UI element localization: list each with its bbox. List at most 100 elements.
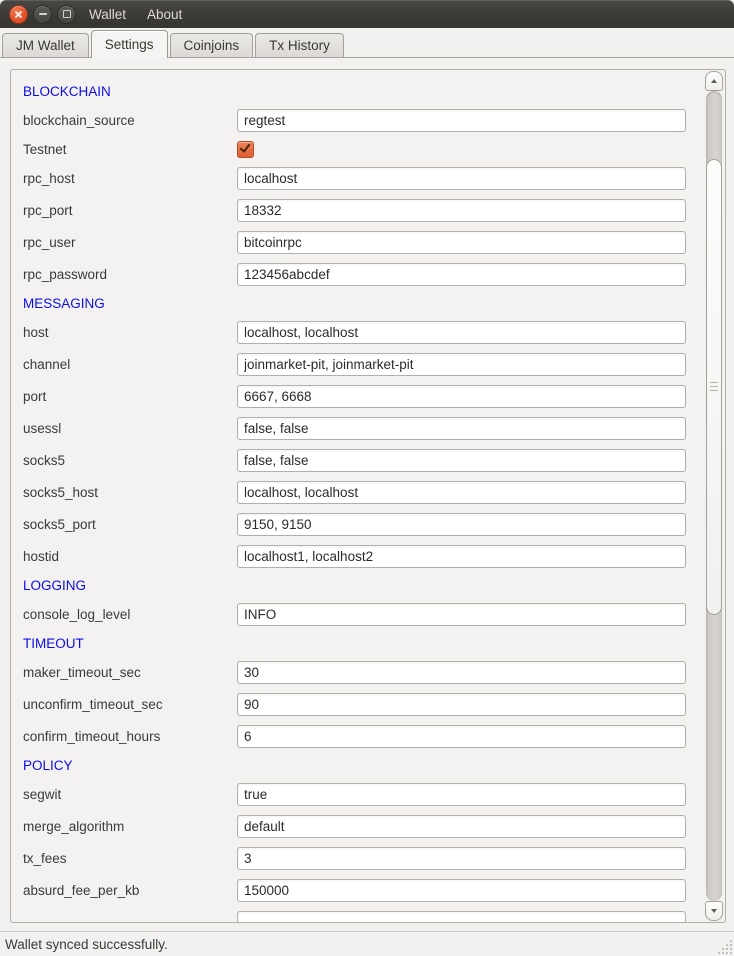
rpc-port-input[interactable] [237,199,686,222]
section-header-messaging: MESSAGING [11,290,701,316]
section-header-policy: POLICY [11,752,701,778]
blockchain-source-input[interactable] [237,109,686,132]
field-label: socks5_port [11,517,237,532]
field-label: Testnet [11,142,237,157]
scroll-down-button[interactable] [705,901,723,921]
field-label: port [11,389,237,404]
maker-timeout-sec-input[interactable] [237,661,686,684]
port-input[interactable] [237,385,686,408]
field-label: usessl [11,421,237,436]
resize-grip[interactable] [717,939,732,954]
scroll-down-icon [711,909,717,913]
minimize-icon [39,13,47,15]
tab-jm-wallet[interactable]: JM Wallet [2,33,89,57]
console-log-level-input[interactable] [237,603,686,626]
field-row: port [11,380,701,412]
field-label: host [11,325,237,340]
app-window: Wallet About JM Wallet Settings Coinjoins T… [0,0,734,956]
field-row: rpc_port [11,194,701,226]
field-label: rpc_user [11,235,237,250]
tab-bar: JM Wallet Settings Coinjoins Tx History [0,30,734,57]
check-icon [240,141,251,153]
maximize-button[interactable] [57,5,76,24]
tab-coinjoins[interactable]: Coinjoins [170,33,254,57]
confirm-timeout-hours-input[interactable] [237,725,686,748]
scrollbar-grip-icon [710,382,718,392]
field-label: rpc_port [11,203,237,218]
unconfirm-timeout-sec-input[interactable] [237,693,686,716]
field-label: rpc_password [11,267,237,282]
field-label: channel [11,357,237,372]
socks5-host-input[interactable] [237,481,686,504]
field-row: rpc_host [11,162,701,194]
settings-form: BLOCKCHAIN blockchain_source Testnet rpc_ho… [11,70,701,923]
channel-input[interactable] [237,353,686,376]
titlebar: Wallet About [0,0,734,28]
field-row: rpc_password [11,258,701,290]
tab-label: Settings [105,37,154,52]
testnet-checkbox[interactable] [237,141,254,158]
settings-scroll-area: BLOCKCHAIN blockchain_source Testnet rpc_ho… [10,69,726,923]
section-header-logging: LOGGING [11,572,701,598]
field-label: socks5 [11,453,237,468]
absurd-fee-per-kb-input[interactable] [237,879,686,902]
field-row: blockchain_source [11,104,701,136]
usessl-input[interactable] [237,417,686,440]
rpc-password-input[interactable] [237,263,686,286]
minimize-button[interactable] [33,5,52,24]
host-input[interactable] [237,321,686,344]
tab-tx-history[interactable]: Tx History [255,33,344,57]
scrollbar-track[interactable] [706,91,722,901]
menu-wallet[interactable]: Wallet [89,7,126,22]
menubar: Wallet About [89,7,182,22]
scrollbar-thumb[interactable] [706,159,722,615]
maximize-icon [63,10,71,18]
tx-fees-input[interactable] [237,847,686,870]
field-row: Testnet [11,136,701,162]
field-row [11,906,701,923]
status-bar: Wallet synced successfully. [0,933,734,956]
field-row: maker_timeout_sec [11,656,701,688]
field-label: segwit [11,787,237,802]
tab-label: Coinjoins [184,38,240,53]
section-header-timeout: TIMEOUT [11,630,701,656]
menu-about[interactable]: About [147,7,182,22]
segwit-input[interactable] [237,783,686,806]
field-label: socks5_host [11,485,237,500]
field-label: console_log_level [11,607,237,622]
close-button[interactable] [9,5,28,24]
field-label: unconfirm_timeout_sec [11,697,237,712]
socks5-input[interactable] [237,449,686,472]
field-row: socks5_port [11,508,701,540]
field-label: absurd_fee_per_kb [11,883,237,898]
field-row: rpc_user [11,226,701,258]
tab-settings[interactable]: Settings [91,30,168,58]
field-row: hostid [11,540,701,572]
scroll-up-button[interactable] [705,71,723,91]
field-label: hostid [11,549,237,564]
section-header-blockchain: BLOCKCHAIN [11,78,701,104]
socks5-port-input[interactable] [237,513,686,536]
field-label: confirm_timeout_hours [11,729,237,744]
partial-field-input[interactable] [237,911,686,924]
field-label: merge_algorithm [11,819,237,834]
field-row: unconfirm_timeout_sec [11,688,701,720]
field-row: tx_fees [11,842,701,874]
rpc-host-input[interactable] [237,167,686,190]
field-row: socks5 [11,444,701,476]
field-row: socks5_host [11,476,701,508]
tab-label: JM Wallet [16,38,75,53]
field-row: absurd_fee_per_kb [11,874,701,906]
merge-algorithm-input[interactable] [237,815,686,838]
scrollbar [704,71,724,921]
hostid-input[interactable] [237,545,686,568]
rpc-user-input[interactable] [237,231,686,254]
field-row: channel [11,348,701,380]
field-label: maker_timeout_sec [11,665,237,680]
close-icon [14,10,23,19]
field-label: rpc_host [11,171,237,186]
field-label: blockchain_source [11,113,237,128]
field-row: usessl [11,412,701,444]
scroll-up-icon [711,79,717,83]
field-row: confirm_timeout_hours [11,720,701,752]
